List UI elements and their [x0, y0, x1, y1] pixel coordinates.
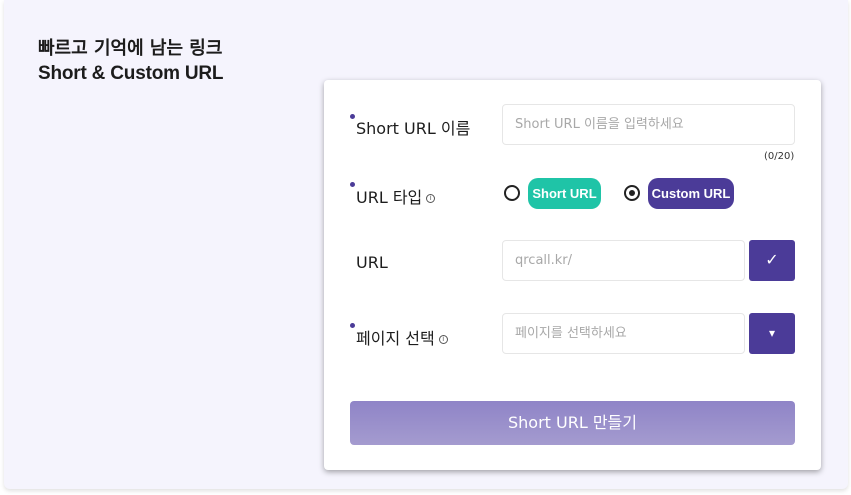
char-counter: (0/20) [764, 151, 795, 162]
custom-url-option[interactable]: Custom URL [648, 178, 734, 209]
short-url-name-input[interactable]: Short URL 이름을 입력하세요 [502, 104, 795, 145]
info-icon[interactable]: i [426, 194, 436, 203]
url-type-label: URL 타입 i [356, 184, 436, 208]
create-short-url-button[interactable]: Short URL 만들기 [350, 401, 795, 445]
radio-short-url[interactable] [504, 185, 520, 201]
required-dot [350, 323, 355, 328]
headline: 빠르고 기억에 남는 링크 Short & Custom URL [38, 36, 224, 86]
page-dropdown-button[interactable]: ▾ [749, 313, 795, 354]
radio-custom-url[interactable] [624, 185, 640, 201]
required-dot [350, 114, 355, 119]
required-dot [350, 182, 355, 187]
url-input[interactable]: qrcall.kr/ [502, 240, 745, 281]
page-select-input[interactable]: 페이지를 선택하세요 [502, 313, 745, 354]
create-url-card: Short URL 이름 Short URL 이름을 입력하세요 (0/20) … [324, 80, 821, 470]
short-url-option[interactable]: Short URL [528, 178, 601, 209]
page-select-label: 페이지 선택 i [356, 325, 448, 349]
url-label: URL [356, 253, 388, 272]
headline-line2: Short & Custom URL [38, 63, 224, 84]
check-icon: ✓ [765, 252, 779, 269]
confirm-url-button[interactable]: ✓ [749, 240, 795, 281]
info-icon[interactable]: i [438, 335, 448, 344]
caret-down-icon: ▾ [768, 326, 776, 340]
page-background: 빠르고 기억에 남는 링크 Short & Custom URL Short U… [4, 0, 848, 489]
headline-line1: 빠르고 기억에 남는 링크 [38, 38, 223, 59]
name-label: Short URL 이름 [356, 119, 471, 138]
